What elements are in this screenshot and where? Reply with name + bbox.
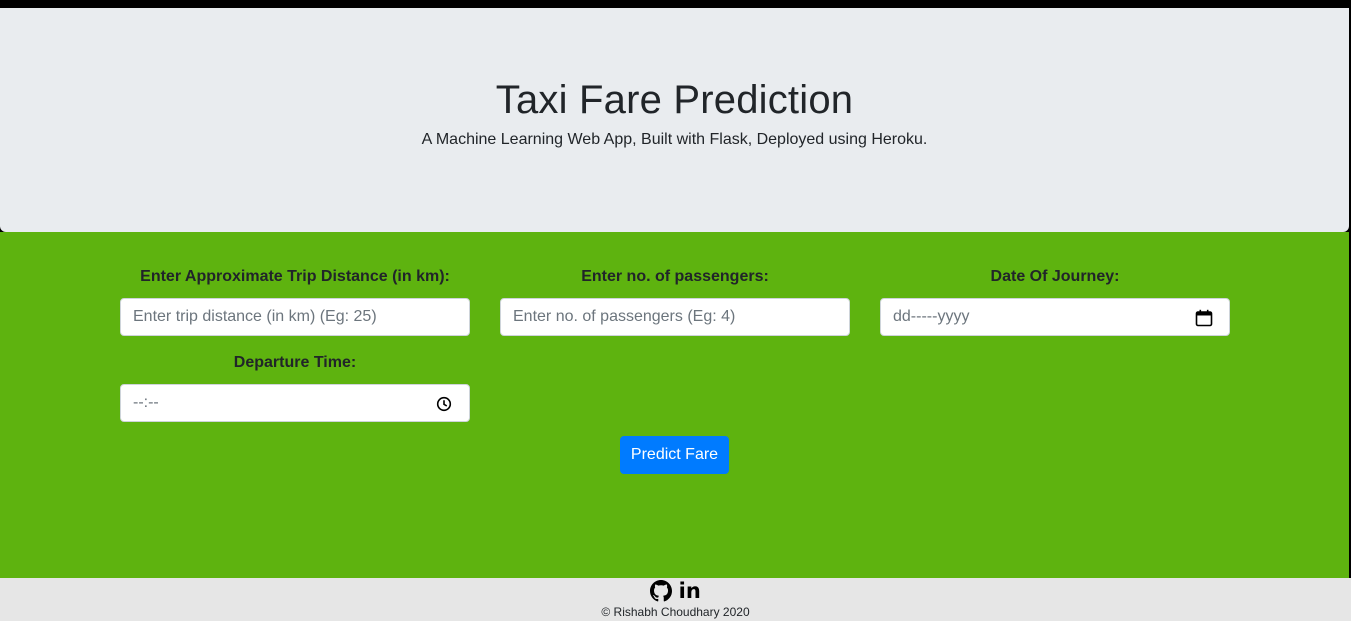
predict-fare-button[interactable]: Predict Fare — [620, 436, 729, 474]
date-label: Date Of Journey: — [990, 268, 1120, 285]
date-input[interactable]: dd-----yyyy — [880, 298, 1230, 336]
header-jumbotron: Taxi Fare Prediction A Machine Learning … — [0, 8, 1349, 232]
linkedin-icon[interactable]: in — [679, 580, 701, 602]
time-label: Departure Time: — [233, 354, 357, 371]
passengers-field-group: Enter no. of passengers: Enter no. of pa… — [500, 265, 850, 336]
page-subtitle: A Machine Learning Web App, Built with F… — [421, 131, 928, 148]
github-icon[interactable] — [650, 580, 673, 607]
distance-input[interactable]: Enter trip distance (in km) (Eg: 25) — [120, 298, 470, 336]
time-field-group: Departure Time: --:-- — [120, 351, 470, 422]
distance-field-group: Enter Approximate Trip Distance (in km):… — [120, 265, 470, 336]
page-title: Taxi Fare Prediction — [495, 78, 854, 122]
footer: in © Rishabh Choudhary 2020 — [0, 578, 1351, 621]
time-value: --:-- — [133, 394, 159, 411]
prediction-form: Enter Approximate Trip Distance (in km):… — [0, 232, 1349, 578]
browser-top-strip — [0, 0, 1351, 8]
distance-placeholder: Enter trip distance (in km) (Eg: 25) — [133, 308, 377, 325]
passengers-label: Enter no. of passengers: — [581, 268, 769, 285]
date-value: dd-----yyyy — [893, 308, 970, 325]
time-input[interactable]: --:-- — [120, 384, 470, 422]
passengers-placeholder: Enter no. of passengers (Eg: 4) — [513, 308, 736, 325]
copyright-text: © Rishabh Choudhary 2020 — [601, 605, 750, 619]
passengers-input[interactable]: Enter no. of passengers (Eg: 4) — [500, 298, 850, 336]
distance-label: Enter Approximate Trip Distance (in km): — [140, 268, 450, 285]
calendar-icon[interactable] — [1195, 309, 1213, 327]
social-links: in — [0, 580, 1351, 602]
date-field-group: Date Of Journey: dd-----yyyy — [880, 265, 1230, 336]
clock-icon[interactable] — [435, 395, 453, 413]
